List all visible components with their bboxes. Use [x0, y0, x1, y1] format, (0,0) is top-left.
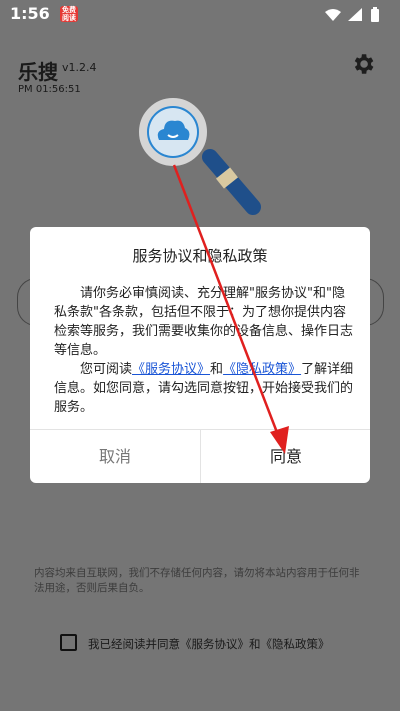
signal-icon — [348, 8, 362, 21]
app-clock: PM 01:56:51 — [18, 84, 81, 95]
status-bar: 1:56 免费阅读 — [0, 0, 400, 28]
privacy-policy-link[interactable]: 《隐私政策》 — [223, 362, 301, 377]
settings-gear-icon[interactable] — [350, 51, 376, 77]
agree-button[interactable]: 同意 — [201, 430, 370, 483]
wifi-icon — [325, 9, 341, 21]
dialog-paragraph-2: 您可阅读《服务协议》和《隐私政策》了解详细信息。如您同意，请勾选同意按钮，开始接… — [54, 360, 354, 417]
disclaimer-text: 内容均来自互联网，我们不存储任何内容，请勿将本站内容用于任何非法用途，否则后果自… — [34, 567, 360, 594]
notification-app-icon: 免费阅读 — [60, 6, 78, 22]
service-agreement-link[interactable]: 《服务协议》 — [132, 362, 210, 377]
app-version: v1.2.4 — [62, 61, 97, 74]
para2-prefix: 您可阅读 — [80, 362, 133, 377]
dialog-title: 服务协议和隐私政策 — [132, 247, 268, 265]
battery-icon — [371, 7, 379, 22]
agreement-row[interactable]: 我已经阅读并同意《服务协议》和《隐私政策》 — [60, 634, 380, 656]
dialog-body: 请你务必审慎阅读、充分理解"服务协议"和"隐私条款"各条款，包括但不限于：为了想… — [54, 284, 354, 417]
dialog-paragraph-1: 请你务必审慎阅读、充分理解"服务协议"和"隐私条款"各条款，包括但不限于：为了想… — [54, 286, 354, 358]
status-icons — [324, 7, 386, 27]
cancel-button[interactable]: 取消 — [30, 430, 200, 483]
agreement-label: 我已经阅读并同意《服务协议》和《隐私政策》 — [88, 637, 330, 651]
status-time: 1:56 — [10, 4, 50, 23]
magnifier-cloud-icon — [135, 95, 265, 225]
para2-and: 和 — [210, 362, 224, 377]
app-title: 乐搜 — [18, 60, 58, 84]
agreement-checkbox[interactable] — [60, 634, 77, 651]
privacy-dialog: 服务协议和隐私政策 请你务必审慎阅读、充分理解"服务协议"和"隐私条款"各条款，… — [30, 227, 370, 483]
